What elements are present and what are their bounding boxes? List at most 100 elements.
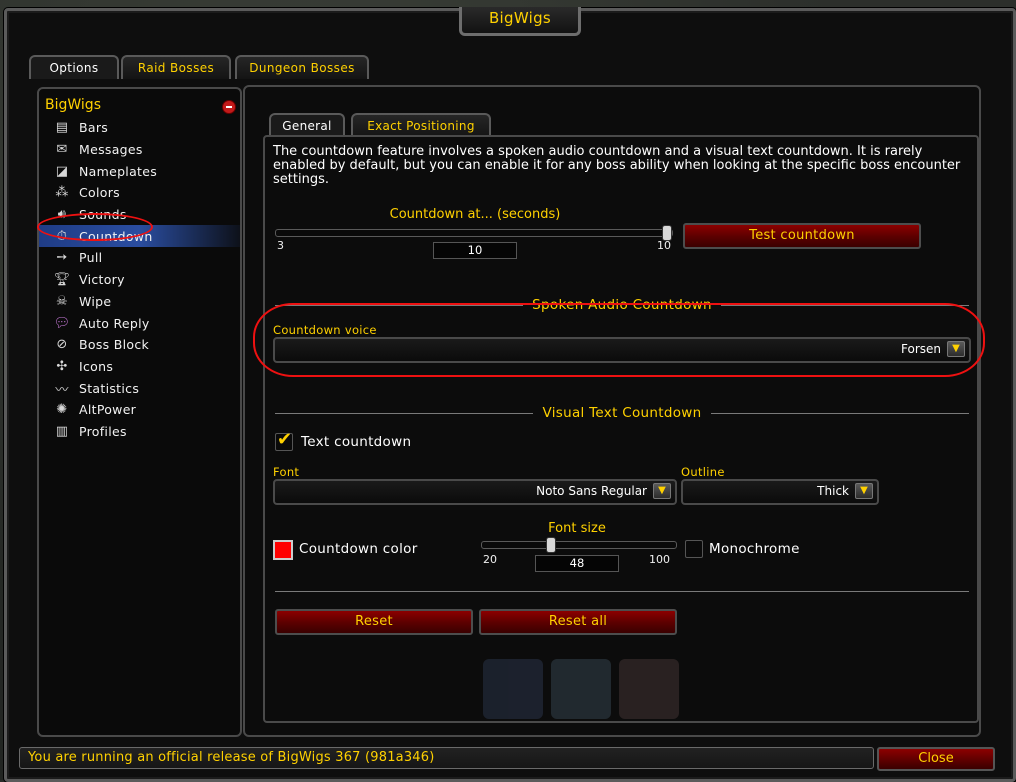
font-value: Noto Sans Regular xyxy=(536,484,647,498)
font-size-slider-thumb[interactable] xyxy=(546,537,557,553)
divider xyxy=(275,591,969,592)
sidebar-item-statistics[interactable]: 〰 Statistics xyxy=(39,377,240,399)
countdown-value-input[interactable]: 10 xyxy=(433,242,517,259)
profile-icon: ▥ xyxy=(55,423,69,439)
countdown-color-label: Countdown color xyxy=(299,541,418,557)
countdown-voice-value: Forsen xyxy=(901,342,941,356)
sidebar-list: ▤ Bars ✉ Messages ◪ Nameplates ⁂ Colors … xyxy=(39,117,240,442)
raid-icons-icon: ✣ xyxy=(56,358,68,374)
countdown-slider-label: Countdown at... (seconds) xyxy=(389,207,561,222)
bigwigs-options-window: BigWigs Options Raid Bosses Dungeon Boss… xyxy=(4,7,1016,782)
background-action-icons xyxy=(483,659,679,719)
sidebar-item-label: AltPower xyxy=(79,402,137,418)
sidebar-item-auto-reply[interactable]: 💬︎ Auto Reply xyxy=(39,312,240,334)
sidebar-item-messages[interactable]: ✉ Messages xyxy=(39,139,240,161)
sidebar-item-bars[interactable]: ▤ Bars xyxy=(39,117,240,139)
sidebar-item-label: Sounds xyxy=(79,207,127,223)
sidebar-item-pull[interactable]: ➙ Pull xyxy=(39,247,240,269)
sidebar-item-nameplates[interactable]: ◪ Nameplates xyxy=(39,160,240,182)
bars-icon: ▤ xyxy=(55,120,69,136)
sidebar-item-label: Statistics xyxy=(79,380,140,396)
dropdown-arrow-icon[interactable]: ▼ xyxy=(855,483,873,499)
countdown-color-swatch[interactable] xyxy=(273,540,293,560)
countdown-voice-dropdown[interactable]: Forsen ▼ xyxy=(273,337,971,363)
description-text: The countdown feature involves a spoken … xyxy=(273,144,961,187)
sidebar-item-label: Bars xyxy=(79,120,109,136)
spoken-section-header: Spoken Audio Countdown xyxy=(275,297,969,313)
sidebar-item-label: Nameplates xyxy=(79,163,158,179)
dropdown-arrow-icon[interactable]: ▼ xyxy=(947,341,965,357)
font-size-slider-label: Font size xyxy=(548,521,606,536)
test-countdown-button[interactable]: Test countdown xyxy=(683,223,921,249)
block-icon: ⊘ xyxy=(56,337,68,353)
font-size-value-input[interactable]: 48 xyxy=(535,555,619,572)
sidebar-item-countdown[interactable]: ⏱︎ Countdown xyxy=(39,225,240,248)
sidebar-item-label: Icons xyxy=(79,358,114,374)
sidebar-item-altpower[interactable]: ✺ AltPower xyxy=(39,399,240,421)
close-button[interactable]: Close xyxy=(877,747,995,771)
visual-section-header: Visual Text Countdown xyxy=(275,405,969,421)
reset-button[interactable]: Reset xyxy=(275,609,473,635)
sidebar-item-colors[interactable]: ⁂ Colors xyxy=(39,182,240,204)
countdown-slider-max: 10 xyxy=(657,239,671,252)
sidebar-item-boss-block[interactable]: ⊘ Boss Block xyxy=(39,334,240,356)
tab-options[interactable]: Options xyxy=(29,55,119,79)
spoken-section-heading: Spoken Audio Countdown xyxy=(532,297,712,313)
graph-icon: 〰 xyxy=(55,382,69,398)
font-size-min: 20 xyxy=(483,553,497,566)
collapse-icon[interactable] xyxy=(222,100,236,114)
envelope-icon: ✉ xyxy=(56,142,68,158)
font-size-slider-track[interactable] xyxy=(481,537,677,553)
dropdown-arrow-icon[interactable]: ▼ xyxy=(653,483,671,499)
countdown-slider-track[interactable] xyxy=(275,225,673,241)
outline-label: Outline xyxy=(681,465,725,479)
sidebar-item-icons[interactable]: ✣ Icons xyxy=(39,356,240,378)
outline-dropdown[interactable]: Thick ▼ xyxy=(681,479,879,505)
sidebar-tree: BigWigs ▤ Bars ✉ Messages ◪ Nameplates ⁂… xyxy=(37,87,242,737)
color-dots-icon: ⁂ xyxy=(55,185,69,201)
monochrome-checkbox[interactable] xyxy=(685,540,703,558)
sidebar-item-label: Messages xyxy=(79,142,143,158)
sidebar-item-label: Wipe xyxy=(79,293,112,309)
sidebar-item-victory[interactable]: 🏆︎ Victory xyxy=(39,269,240,291)
sidebar-root-bigwigs[interactable]: BigWigs xyxy=(45,97,101,113)
stopwatch-icon: ⏱︎ xyxy=(56,228,68,244)
tab-exact-positioning[interactable]: Exact Positioning xyxy=(351,113,491,137)
text-countdown-label: Text countdown xyxy=(301,434,412,450)
sidebar-item-label: Pull xyxy=(79,250,103,266)
font-dropdown[interactable]: Noto Sans Regular ▼ xyxy=(273,479,677,505)
sidebar-item-sounds[interactable]: 🔊︎ Sounds xyxy=(39,204,240,226)
sidebar-item-label: Victory xyxy=(79,272,125,288)
sidebar-item-label: Auto Reply xyxy=(79,315,150,331)
monochrome-label: Monochrome xyxy=(709,541,800,557)
countdown-slider-min: 3 xyxy=(277,239,284,252)
speaker-icon: 🔊︎ xyxy=(57,207,67,223)
visual-section-heading: Visual Text Countdown xyxy=(542,405,702,421)
font-label: Font xyxy=(273,465,300,479)
nameplate-icon: ◪ xyxy=(55,163,69,179)
sidebar-item-label: Profiles xyxy=(79,423,127,439)
countdown-voice-label: Countdown voice xyxy=(273,323,377,337)
sidebar-item-label: Boss Block xyxy=(79,337,150,353)
checkmark-icon: ✔ xyxy=(277,429,293,450)
chat-bubble-icon: 💬︎ xyxy=(53,315,71,331)
tab-dungeon-bosses[interactable]: Dungeon Bosses xyxy=(235,55,369,79)
skull-icon: ☠ xyxy=(56,293,68,309)
main-panel: General Exact Positioning The countdown … xyxy=(243,85,981,737)
sidebar-item-label: Colors xyxy=(79,185,120,201)
sidebar-item-profiles[interactable]: ▥ Profiles xyxy=(39,421,240,443)
arrow-right-icon: ➙ xyxy=(56,250,68,266)
window-title: BigWigs xyxy=(459,7,581,36)
tab-raid-bosses[interactable]: Raid Bosses xyxy=(121,55,231,79)
text-countdown-checkbox[interactable]: ✔ xyxy=(275,429,293,451)
tab-general[interactable]: General xyxy=(269,113,345,137)
sun-icon: ✺ xyxy=(56,402,68,418)
countdown-settings-panel: The countdown feature involves a spoken … xyxy=(263,135,979,723)
reset-all-button[interactable]: Reset all xyxy=(479,609,677,635)
sidebar-item-wipe[interactable]: ☠ Wipe xyxy=(39,291,240,313)
outline-value: Thick xyxy=(817,484,849,498)
trophy-icon: 🏆︎ xyxy=(53,272,71,288)
font-size-max: 100 xyxy=(649,553,670,566)
status-bar: You are running an official release of B… xyxy=(19,747,874,769)
sidebar-item-label: Countdown xyxy=(79,228,153,244)
